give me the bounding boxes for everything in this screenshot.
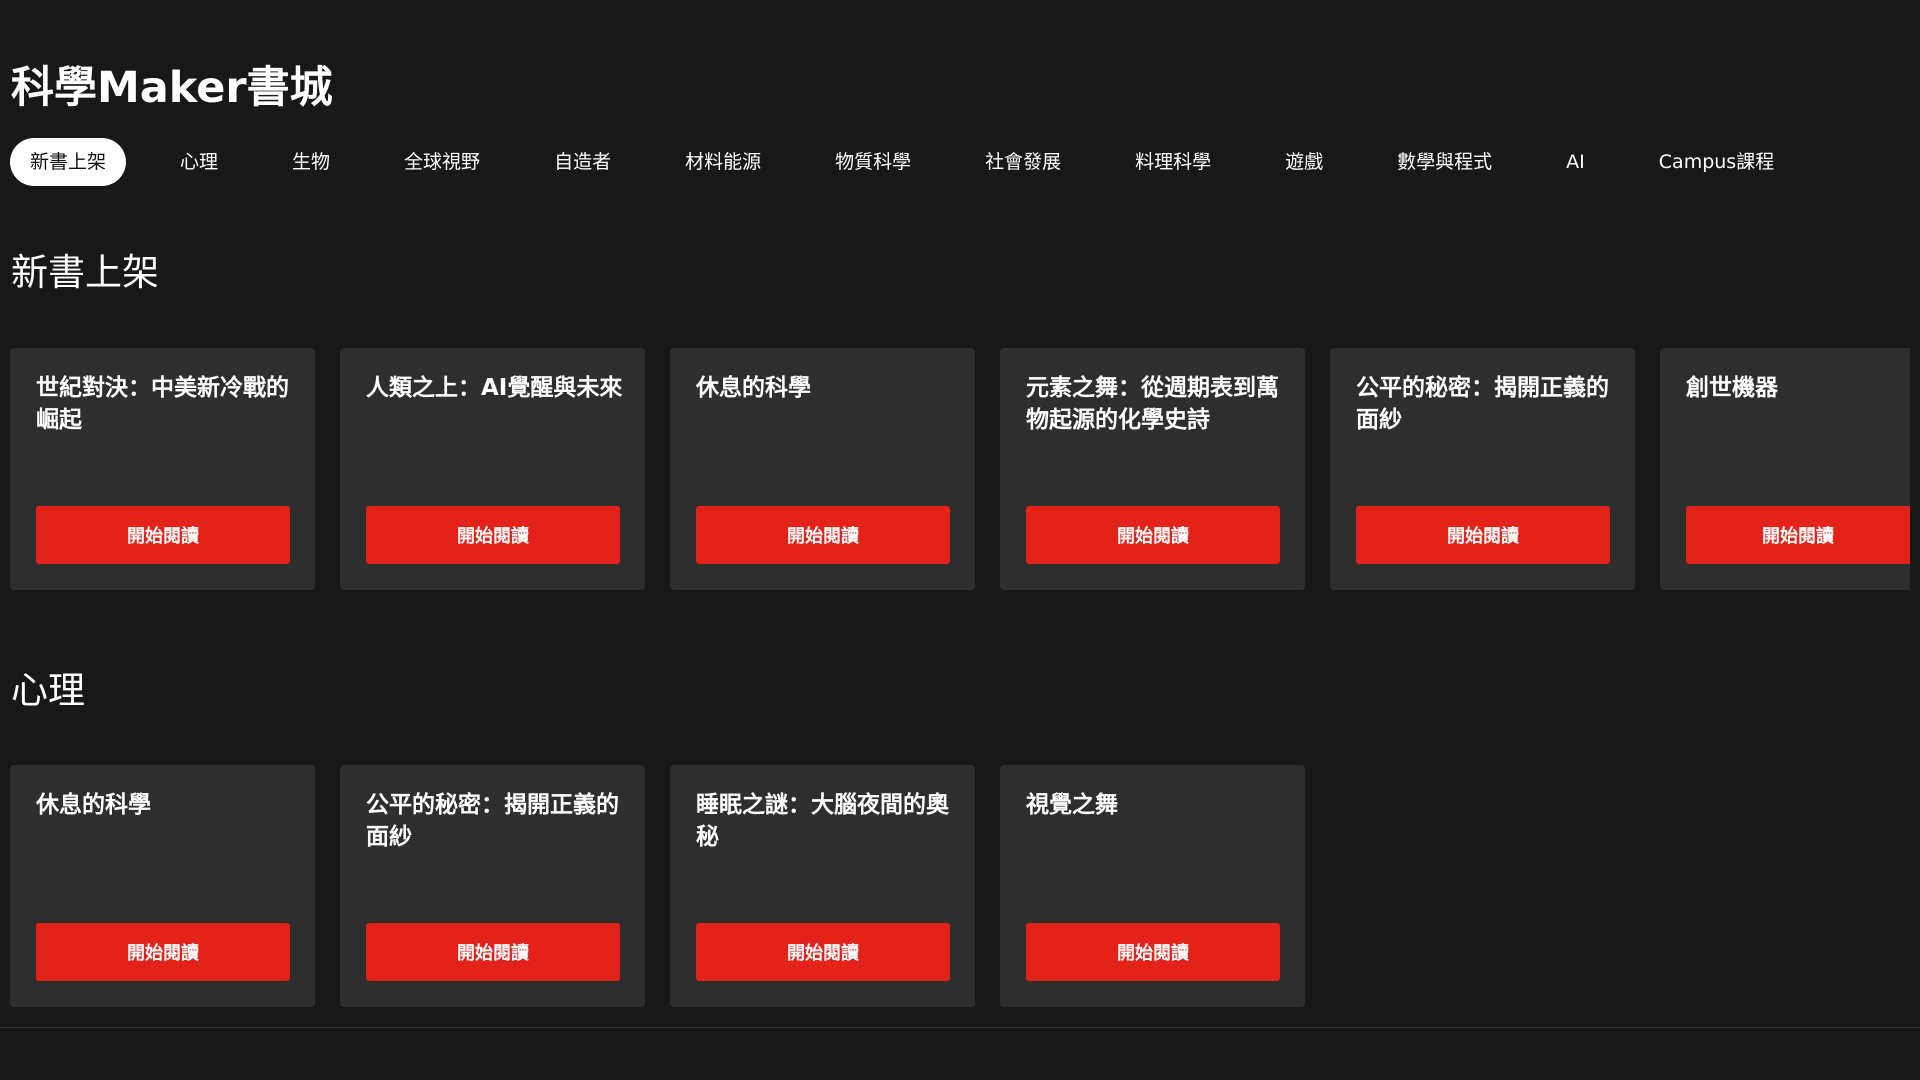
book-title: 公平的秘密：揭開正義的面紗: [366, 792, 619, 850]
book-row-new-arrivals: 世紀對決：中美新冷戰的崛起 開始閱讀 人類之上：AI覺醒與未來 開始閱讀 休息的…: [10, 348, 1910, 590]
tab-biology[interactable]: 生物: [272, 138, 350, 186]
tab-physical-science[interactable]: 物質科學: [815, 138, 931, 186]
book-title: 公平的秘密：揭開正義的面紗: [1356, 375, 1609, 433]
book-card: 休息的科學 開始閱讀: [10, 765, 315, 1007]
book-row-psychology: 休息的科學 開始閱讀 公平的秘密：揭開正義的面紗 開始閱讀 睡眠之謎：大腦夜間的…: [10, 765, 1305, 1007]
tab-culinary-science[interactable]: 料理科學: [1115, 138, 1231, 186]
tab-campus-courses[interactable]: Campus課程: [1639, 138, 1794, 186]
tab-new-arrivals[interactable]: 新書上架: [10, 138, 127, 186]
book-title: 世紀對決：中美新冷戰的崛起: [36, 375, 289, 433]
start-reading-button[interactable]: 開始閱讀: [36, 506, 290, 564]
tab-games[interactable]: 遊戲: [1265, 138, 1343, 186]
book-card: 元素之舞：從週期表到萬物起源的化學史詩 開始閱讀: [1000, 348, 1305, 590]
tab-global-vision[interactable]: 全球視野: [384, 138, 500, 186]
start-reading-button[interactable]: 開始閱讀: [1356, 506, 1610, 564]
book-title: 創世機器: [1686, 375, 1778, 401]
tab-psychology[interactable]: 心理: [160, 138, 238, 186]
tab-ai[interactable]: AI: [1546, 138, 1605, 186]
section-heading-new-arrivals: 新書上架: [11, 251, 159, 294]
book-card: 休息的科學 開始閱讀: [670, 348, 975, 590]
book-title: 睡眠之謎：大腦夜間的奧秘: [696, 792, 949, 850]
start-reading-button[interactable]: 開始閱讀: [696, 506, 950, 564]
start-reading-button[interactable]: 開始閱讀: [366, 923, 620, 981]
book-card: 公平的秘密：揭開正義的面紗 開始閱讀: [1330, 348, 1635, 590]
start-reading-button[interactable]: 開始閱讀: [1686, 506, 1910, 564]
tab-math-programming[interactable]: 數學與程式: [1377, 138, 1512, 186]
tab-maker[interactable]: 自造者: [534, 138, 631, 186]
book-title: 人類之上：AI覺醒與未來: [366, 375, 623, 401]
book-card: 視覺之舞 開始閱讀: [1000, 765, 1305, 1007]
page: 科學Maker書城 新書上架 心理 生物 全球視野 自造者 材料能源 物質科學 …: [0, 0, 1920, 1080]
section-heading-psychology: 心理: [11, 669, 85, 712]
start-reading-button[interactable]: 開始閱讀: [36, 923, 290, 981]
category-nav: 新書上架 心理 生物 全球視野 自造者 材料能源 物質科學 社會發展 料理科學 …: [10, 137, 1794, 187]
book-title: 視覺之舞: [1026, 792, 1118, 818]
book-card: 睡眠之謎：大腦夜間的奧秘 開始閱讀: [670, 765, 975, 1007]
start-reading-button[interactable]: 開始閱讀: [696, 923, 950, 981]
start-reading-button[interactable]: 開始閱讀: [1026, 923, 1280, 981]
divider: [0, 1027, 1920, 1028]
tab-materials-energy[interactable]: 材料能源: [665, 138, 781, 186]
tab-social-development[interactable]: 社會發展: [965, 138, 1081, 186]
start-reading-button[interactable]: 開始閱讀: [1026, 506, 1280, 564]
book-card: 人類之上：AI覺醒與未來 開始閱讀: [340, 348, 645, 590]
site-title: 科學Maker書城: [11, 63, 333, 113]
book-card: 世紀對決：中美新冷戰的崛起 開始閱讀: [10, 348, 315, 590]
book-card: 創世機器 開始閱讀: [1660, 348, 1910, 590]
start-reading-button[interactable]: 開始閱讀: [366, 506, 620, 564]
book-title: 元素之舞：從週期表到萬物起源的化學史詩: [1026, 375, 1279, 433]
book-title: 休息的科學: [36, 792, 151, 818]
book-title: 休息的科學: [696, 375, 811, 401]
book-card: 公平的秘密：揭開正義的面紗 開始閱讀: [340, 765, 645, 1007]
